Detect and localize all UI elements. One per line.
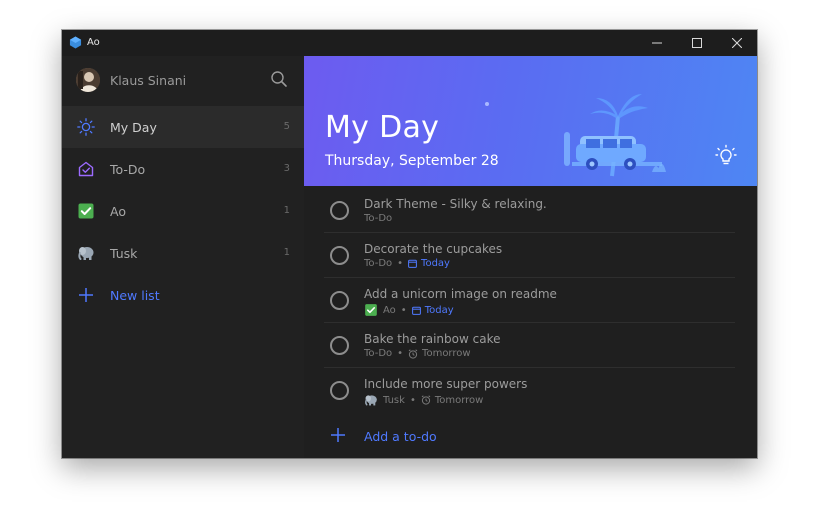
- alarm-clock-icon: [421, 395, 431, 405]
- sidebar-item-label: To-Do: [110, 162, 146, 177]
- minimize-button[interactable]: [637, 30, 677, 56]
- due-date-label: Today: [421, 258, 450, 269]
- sidebar-item-my-day[interactable]: My Day 5: [62, 106, 304, 148]
- app-logo-icon: [69, 36, 82, 49]
- task-item[interactable]: Add a unicorn image on readme Ao • Today: [304, 278, 757, 323]
- sidebar-item-count: 5: [283, 121, 290, 132]
- add-todo-label: Add a to-do: [364, 429, 437, 444]
- new-list-button[interactable]: New list: [62, 274, 304, 316]
- reminder-label: Tomorrow: [422, 348, 471, 359]
- page-title: My Day: [325, 110, 440, 145]
- task-list-name: To-Do: [364, 213, 393, 224]
- task-list-name: Tusk: [383, 394, 405, 406]
- search-icon[interactable]: [270, 70, 288, 88]
- minimize-icon: [652, 42, 662, 44]
- task-item[interactable]: Bake the rainbow cake To-Do • Tomorrow: [304, 323, 757, 368]
- reminder-label: Tomorrow: [434, 394, 484, 406]
- sidebar-item-tusk[interactable]: Tusk 1: [62, 232, 304, 274]
- green-check-icon: [77, 202, 95, 220]
- my-day-banner: My Day Thursday, September 28: [304, 56, 757, 186]
- task-list-name: Ao: [383, 304, 396, 316]
- sidebar-item-count: 1: [283, 247, 290, 258]
- task-title: Include more super powers: [364, 377, 528, 391]
- meta-separator: •: [397, 258, 404, 269]
- task-title: Bake the rainbow cake: [364, 332, 501, 346]
- avatar-portrait-icon: [76, 68, 100, 92]
- title-bar: Ao: [62, 30, 757, 56]
- meta-separator: •: [409, 394, 416, 406]
- task-title: Add a unicorn image on readme: [364, 287, 557, 301]
- add-todo-button[interactable]: Add a to-do: [304, 416, 757, 456]
- complete-task-checkbox[interactable]: [330, 336, 349, 355]
- sidebar-item-count: 1: [283, 205, 290, 216]
- task-title: Decorate the cupcakes: [364, 242, 503, 256]
- elephant-icon: [365, 395, 377, 406]
- lightbulb-suggestions-icon[interactable]: [714, 144, 738, 168]
- app-window: Ao Klaus Sinani My Day 5 To-Do 3 Ao 1 Tu…: [62, 30, 757, 458]
- task-list-name: To-Do: [364, 258, 393, 269]
- sidebar-item-count: 3: [283, 163, 290, 174]
- meta-separator: •: [397, 348, 404, 359]
- task-item[interactable]: Dark Theme - Silky & relaxing. To-Do: [304, 188, 757, 233]
- reminder: Tomorrow: [421, 394, 484, 406]
- user-name: Klaus Sinani: [110, 73, 187, 88]
- due-date: Today: [408, 258, 450, 269]
- task-item[interactable]: Decorate the cupcakes To-Do • Today: [304, 233, 757, 278]
- complete-task-checkbox[interactable]: [330, 246, 349, 265]
- house-check-icon: [77, 160, 95, 178]
- complete-task-checkbox[interactable]: [330, 201, 349, 220]
- due-date: Today: [411, 304, 454, 316]
- task-title: Dark Theme - Silky & relaxing.: [364, 197, 547, 211]
- plus-icon: [331, 428, 345, 442]
- meta-separator: •: [400, 304, 407, 316]
- task-meta: To-Do • Tomorrow: [364, 348, 471, 359]
- sidebar-item-to-do[interactable]: To-Do 3: [62, 148, 304, 190]
- due-date-label: Today: [424, 304, 454, 316]
- close-icon: [732, 38, 742, 48]
- sidebar-item-label: Ao: [110, 204, 126, 219]
- beach-car-illustration-icon: [564, 94, 666, 177]
- maximize-icon: [692, 38, 702, 48]
- sidebar-item-ao[interactable]: Ao 1: [62, 190, 304, 232]
- task-meta: To-Do • Today: [364, 258, 450, 269]
- sidebar-item-label: My Day: [110, 120, 157, 135]
- calendar-icon: [408, 259, 417, 268]
- main-panel: My Day Thursday, September 28 Dark Theme…: [304, 56, 757, 458]
- sidebar: Klaus Sinani My Day 5 To-Do 3 Ao 1 Tusk …: [62, 56, 304, 458]
- alarm-clock-icon: [408, 348, 418, 359]
- page-date: Thursday, September 28: [325, 153, 499, 169]
- calendar-icon: [411, 306, 421, 315]
- elephant-icon: [77, 244, 95, 262]
- complete-task-checkbox[interactable]: [330, 381, 349, 400]
- task-list-name: To-Do: [364, 348, 393, 359]
- user-profile[interactable]: Klaus Sinani: [62, 56, 304, 106]
- task-meta: Ao • Today: [364, 303, 454, 317]
- complete-task-checkbox[interactable]: [330, 291, 349, 310]
- task-item[interactable]: Include more super powers Tusk • Tomorro…: [304, 368, 757, 413]
- plus-icon: [77, 286, 95, 304]
- sidebar-item-label: Tusk: [110, 246, 138, 261]
- avatar: [76, 68, 100, 92]
- reminder: Tomorrow: [408, 348, 471, 359]
- sun-icon: [77, 118, 95, 136]
- close-button[interactable]: [717, 30, 757, 56]
- window-title: Ao: [87, 37, 100, 48]
- star-decoration-icon: [485, 102, 489, 106]
- new-list-label: New list: [110, 288, 160, 303]
- task-meta: To-Do: [364, 213, 392, 224]
- maximize-button[interactable]: [677, 30, 717, 56]
- task-meta: Tusk • Tomorrow: [364, 393, 483, 407]
- green-check-icon: [365, 304, 377, 316]
